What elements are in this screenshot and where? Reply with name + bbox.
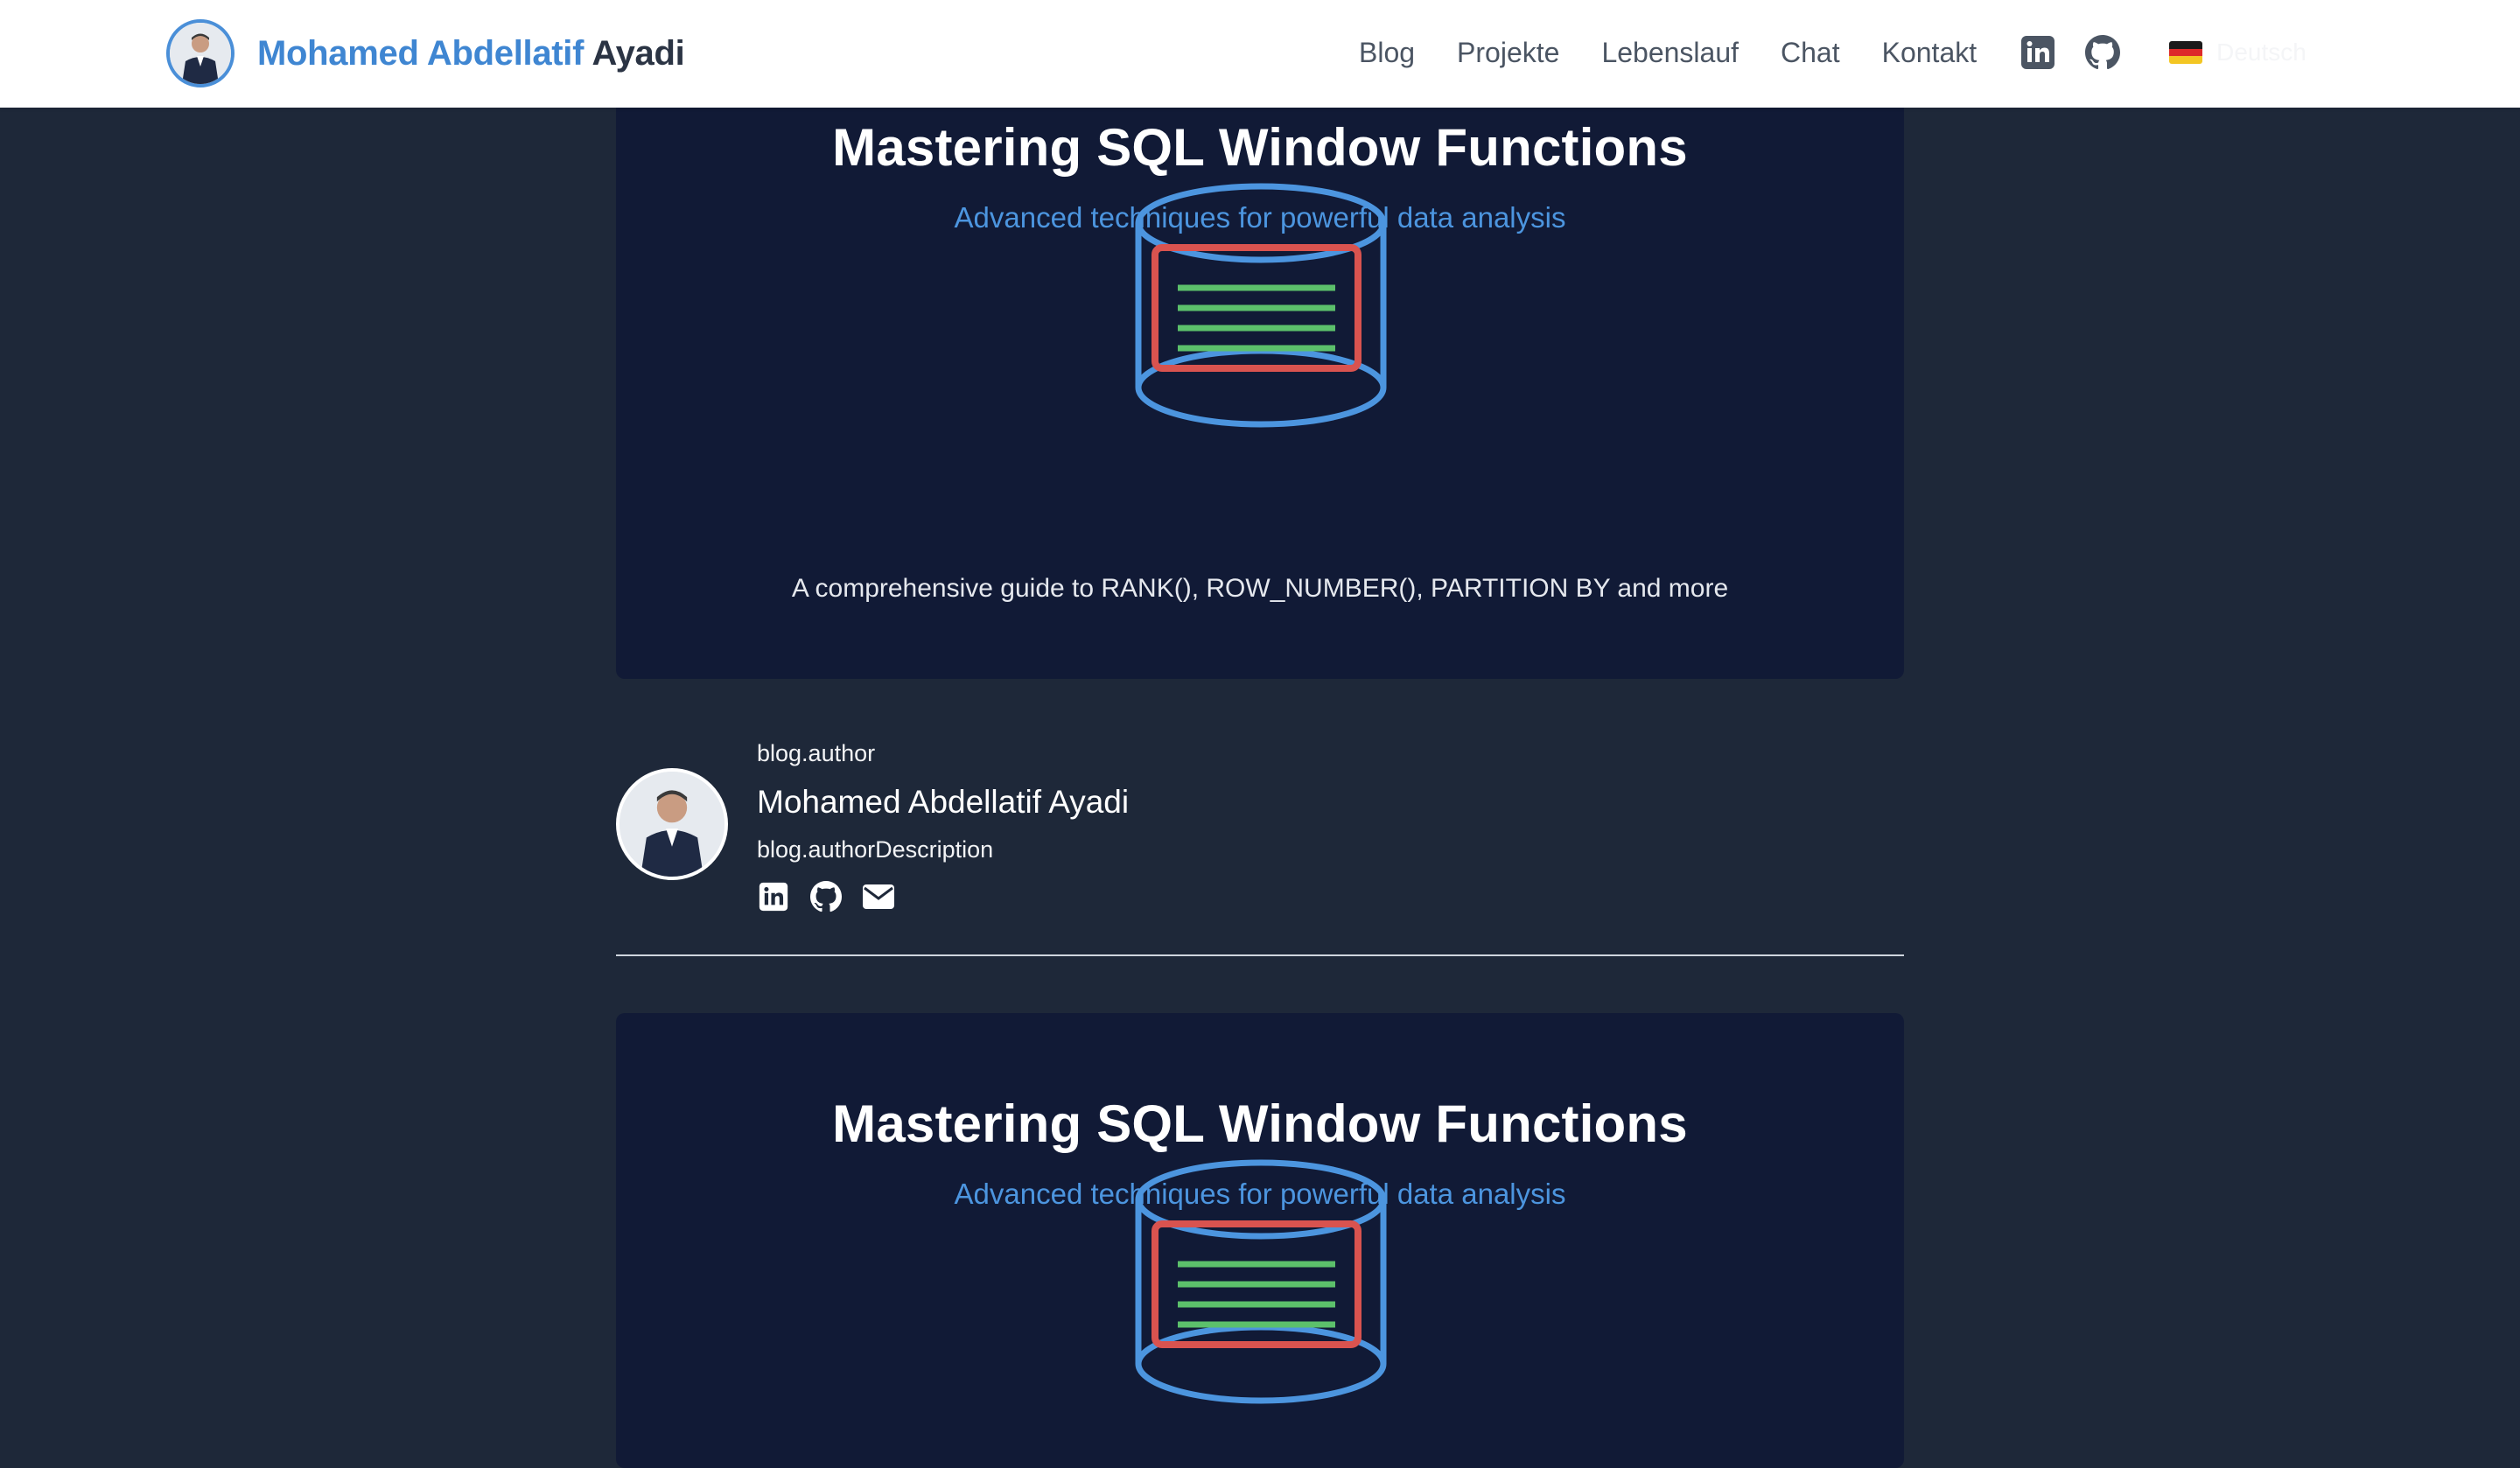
brand-last-name: Ayadi	[592, 33, 685, 73]
nav-chat[interactable]: Chat	[1781, 37, 1840, 69]
blog-preview-card: Mastering SQL Window Functions Advanced …	[616, 1013, 1904, 1468]
card-subtitle: Advanced techniques for powerful data an…	[954, 1178, 1566, 1210]
author-description: blog.authorDescription	[757, 836, 994, 863]
author-avatar	[616, 768, 728, 880]
brand-first-name: Mohamed Abdellatif	[257, 33, 584, 73]
author-heading: blog.author	[757, 740, 876, 766]
author-social-links	[757, 880, 914, 913]
github-icon[interactable]	[2085, 35, 2121, 70]
card-subtitle: Advanced techniques for powerful data an…	[954, 201, 1566, 234]
brand-avatar	[166, 19, 234, 87]
linkedin-icon[interactable]	[2020, 35, 2055, 70]
language-label: Deutsch	[2216, 38, 2306, 66]
mail-icon[interactable]	[862, 880, 895, 913]
nav-contact[interactable]: Kontakt	[1882, 37, 1978, 69]
card-title: Mastering SQL Window Functions	[832, 1094, 1688, 1153]
github-icon[interactable]	[809, 880, 843, 913]
brand-name: Mohamed Abdellatif Ayadi	[257, 33, 685, 73]
language-selector[interactable]: Deutsch	[2169, 38, 2306, 66]
nav-blog[interactable]: Blog	[1359, 37, 1415, 69]
nav-cv[interactable]: Lebenslauf	[1601, 37, 1739, 69]
card-description: A comprehensive guide to RANK(), ROW_NUM…	[791, 574, 1729, 603]
section-divider	[616, 954, 1904, 956]
author-name: Mohamed Abdellatif Ayadi	[757, 784, 1130, 820]
main-nav: Blog Projekte Lebenslauf Chat Kontakt De…	[1359, 31, 2306, 73]
person-photo-icon	[620, 772, 724, 877]
german-flag-icon	[2169, 41, 2203, 64]
card-title: Mastering SQL Window Functions	[832, 118, 1688, 177]
linkedin-icon[interactable]	[757, 880, 790, 913]
person-photo-icon	[170, 23, 231, 84]
author-box: blog.author Mohamed Abdellatif Ayadi blo…	[616, 723, 1904, 959]
site-header: Mohamed Abdellatif Ayadi Blog Projekte L…	[0, 0, 2520, 108]
brand-home-link[interactable]: Mohamed Abdellatif Ayadi	[166, 16, 685, 91]
nav-projects[interactable]: Projekte	[1457, 37, 1559, 69]
